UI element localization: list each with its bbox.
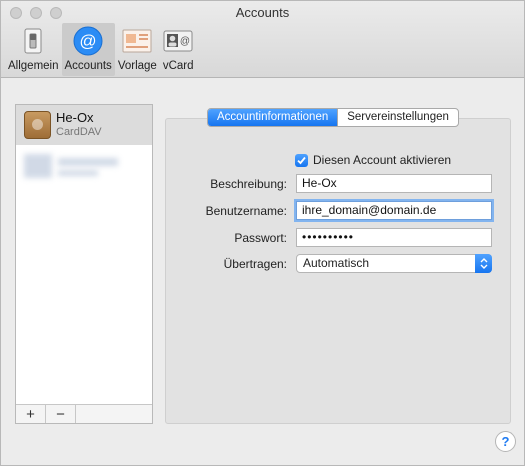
general-switch-icon bbox=[18, 26, 48, 56]
accounts-window: Accounts Allgemein @ Accounts Vorlage @ … bbox=[0, 0, 525, 466]
svg-text:@: @ bbox=[80, 32, 97, 51]
enable-account-row[interactable]: Diesen Account aktivieren bbox=[295, 153, 451, 167]
account-type: CardDAV bbox=[56, 126, 102, 138]
enable-account-label: Diesen Account aktivieren bbox=[313, 153, 452, 167]
tab-accountinformationen[interactable]: Accountinformationen bbox=[208, 109, 338, 126]
remove-account-button[interactable]: − bbox=[46, 405, 76, 423]
toolbar-label: vCard bbox=[162, 60, 194, 72]
blurred-account-entry[interactable] bbox=[24, 150, 124, 184]
toolbar-label: Vorlage bbox=[117, 60, 157, 72]
transfer-selected-value: Automatisch bbox=[303, 256, 370, 270]
window-title: Accounts bbox=[235, 5, 290, 20]
list-item-account[interactable]: He-Ox CardDAV bbox=[16, 105, 152, 145]
accounts-list: He-Ox CardDAV + − bbox=[15, 104, 153, 424]
svg-text:@: @ bbox=[180, 36, 190, 47]
password-label: Passwort: bbox=[234, 231, 287, 245]
description-field[interactable]: He-Ox bbox=[296, 174, 492, 193]
enable-account-checkbox[interactable] bbox=[295, 153, 308, 167]
tab-servereinstellungen[interactable]: Servereinstellungen bbox=[337, 109, 458, 126]
toolbar-item-vcard[interactable]: @ vCard bbox=[160, 23, 197, 76]
username-label: Benutzername: bbox=[205, 204, 287, 218]
help-button[interactable]: ? bbox=[495, 431, 516, 452]
toolbar-item-allgemein[interactable]: Allgemein bbox=[5, 23, 62, 76]
at-sign-icon: @ bbox=[73, 26, 103, 56]
transfer-select[interactable]: Automatisch bbox=[296, 254, 492, 273]
add-account-button[interactable]: + bbox=[16, 405, 46, 423]
toolbar-label: Allgemein bbox=[8, 60, 59, 72]
list-footer: + − bbox=[16, 404, 152, 423]
password-field[interactable]: •••••••••• bbox=[296, 228, 492, 247]
checkmark-icon bbox=[297, 156, 306, 164]
title-bar: Accounts Allgemein @ Accounts Vorlage @ … bbox=[1, 1, 524, 78]
toolbar-label: Accounts bbox=[64, 60, 112, 72]
preferences-toolbar: Allgemein @ Accounts Vorlage @ vCard bbox=[5, 23, 197, 76]
account-name: He-Ox bbox=[56, 110, 94, 125]
template-icon bbox=[122, 26, 152, 56]
detail-tabs: Accountinformationen Servereinstellungen bbox=[207, 108, 459, 127]
toolbar-item-accounts[interactable]: @ Accounts bbox=[61, 23, 115, 76]
vcard-icon: @ bbox=[163, 26, 193, 56]
transfer-label: Übertragen: bbox=[223, 257, 287, 271]
updown-chevron-icon bbox=[475, 254, 492, 273]
username-field[interactable]: ihre_domain@domain.de bbox=[296, 201, 492, 220]
description-label: Beschreibung: bbox=[210, 177, 287, 191]
address-book-icon bbox=[24, 111, 51, 139]
toolbar-item-vorlage[interactable]: Vorlage bbox=[115, 23, 160, 76]
